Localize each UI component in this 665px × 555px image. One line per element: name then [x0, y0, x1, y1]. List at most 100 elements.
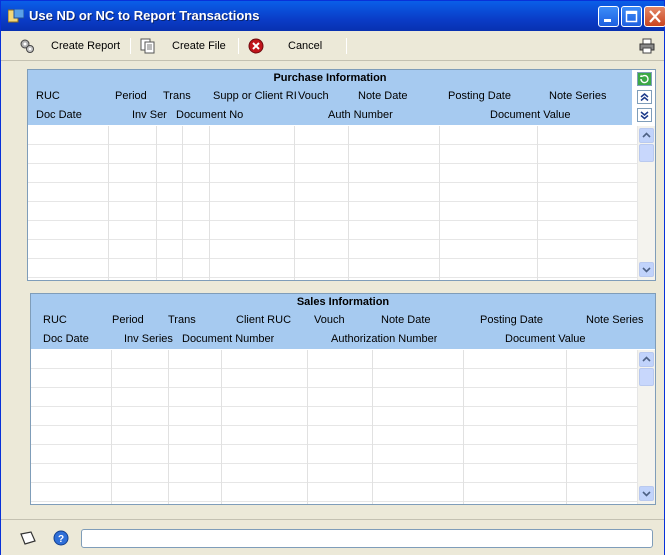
column-header[interactable]: Auth Number [328, 109, 393, 121]
table-row[interactable] [28, 259, 637, 278]
column-header[interactable]: Posting Date [480, 314, 543, 326]
gears-icon [20, 39, 34, 53]
chevron-up-icon [642, 356, 651, 362]
scroll-down-button[interactable] [639, 262, 654, 277]
column-header[interactable]: Document No [176, 109, 243, 121]
column-header[interactable]: Posting Date [448, 90, 511, 102]
scroll-down-button[interactable] [639, 486, 654, 501]
maximize-icon [625, 10, 638, 23]
column-header[interactable]: Trans [163, 90, 191, 102]
column-divider [168, 350, 169, 504]
purchase-grid-title: Purchase Information [28, 70, 632, 87]
window-title: Use ND or NC to Report Transactions [29, 8, 260, 23]
table-row[interactable] [28, 145, 637, 164]
column-divider [537, 126, 538, 280]
printer-icon [639, 38, 655, 54]
table-row[interactable] [31, 369, 637, 388]
column-header[interactable]: Document Value [490, 109, 571, 121]
scroll-up-button[interactable] [639, 128, 654, 143]
window-app-icon [8, 9, 24, 23]
table-row[interactable] [31, 350, 637, 369]
table-row[interactable] [31, 464, 637, 483]
table-row[interactable] [31, 483, 637, 502]
note-button[interactable] [19, 530, 37, 549]
sales-grid: Sales Information RUC Period Trans Clien… [30, 293, 656, 505]
column-header[interactable]: Note Series [549, 90, 606, 102]
table-row[interactable] [28, 240, 637, 259]
purchase-rows [28, 126, 637, 280]
expand-rows-button[interactable] [637, 108, 652, 122]
cancel-label: Cancel [288, 40, 323, 52]
table-row[interactable] [31, 426, 637, 445]
cancel-button[interactable]: Cancel [248, 37, 322, 55]
table-row[interactable] [28, 164, 637, 183]
table-row[interactable] [31, 407, 637, 426]
title-bar[interactable]: Use ND or NC to Report Transactions [1, 1, 665, 31]
sales-header-row-2: Doc Date Inv Series Document Number Auth… [31, 330, 655, 349]
column-header[interactable]: Supp or Client RI [213, 90, 296, 102]
column-header[interactable]: Authorization Number [331, 333, 437, 345]
column-header[interactable]: Inv Ser [132, 109, 167, 121]
double-chevron-up-icon [640, 93, 649, 102]
table-row[interactable] [28, 202, 637, 221]
column-header[interactable]: Document Number [182, 333, 274, 345]
column-divider [294, 126, 295, 280]
chevron-up-icon [642, 132, 651, 138]
column-header[interactable]: RUC [43, 314, 67, 326]
column-header[interactable]: Trans [168, 314, 196, 326]
column-header[interactable]: Note Date [358, 90, 408, 102]
collapse-rows-button[interactable] [637, 90, 652, 104]
column-header[interactable]: Note Series [586, 314, 643, 326]
scroll-thumb[interactable] [639, 144, 654, 162]
table-row[interactable] [28, 183, 637, 202]
refresh-button[interactable] [637, 72, 652, 86]
column-divider [307, 350, 308, 504]
column-divider [439, 126, 440, 280]
column-header[interactable]: Document Value [505, 333, 586, 345]
column-divider [209, 126, 210, 280]
table-row[interactable] [28, 221, 637, 240]
column-header[interactable]: Inv Series [124, 333, 173, 345]
column-divider [566, 350, 567, 504]
column-header[interactable]: Vouch [298, 90, 329, 102]
sales-header-row-1: RUC Period Trans Client RUC Vouch Note D… [31, 311, 655, 330]
maximize-button[interactable] [621, 6, 642, 27]
column-divider [156, 126, 157, 280]
double-chevron-down-icon [640, 111, 649, 120]
column-header[interactable]: Note Date [381, 314, 431, 326]
column-header[interactable]: Doc Date [36, 109, 82, 121]
scroll-up-button[interactable] [639, 352, 654, 367]
create-file-button[interactable]: Create File [140, 37, 226, 55]
column-header[interactable]: RUC [36, 90, 60, 102]
scroll-thumb[interactable] [639, 368, 654, 386]
column-header[interactable]: Doc Date [43, 333, 89, 345]
table-row[interactable] [31, 388, 637, 407]
status-field[interactable] [81, 529, 653, 548]
sales-vertical-scrollbar[interactable] [637, 350, 655, 504]
sales-grid-title: Sales Information [31, 294, 655, 311]
minimize-button[interactable] [598, 6, 619, 27]
help-button[interactable]: ? [53, 530, 69, 549]
toolbar: Create Report Create File Cancel [1, 31, 664, 61]
table-row[interactable] [31, 445, 637, 464]
column-header[interactable]: Client RUC [236, 314, 291, 326]
column-header[interactable]: Period [112, 314, 144, 326]
purchase-vertical-scrollbar[interactable] [637, 126, 655, 280]
create-report-label: Create Report [51, 40, 121, 52]
purchase-header-row-2: Doc Date Inv Ser Document No Auth Number… [28, 106, 632, 125]
column-divider [463, 350, 464, 504]
create-report-button[interactable]: Create Report [19, 37, 120, 55]
chevron-down-icon [642, 491, 651, 497]
column-divider [108, 126, 109, 280]
column-header[interactable]: Period [115, 90, 147, 102]
create-file-label: Create File [172, 40, 226, 52]
toolbar-separator [238, 38, 239, 54]
print-button[interactable] [639, 37, 655, 55]
toolbar-separator [346, 38, 347, 54]
table-row[interactable] [28, 126, 637, 145]
close-button[interactable] [644, 6, 665, 27]
column-divider [111, 350, 112, 504]
help-icon: ? [53, 530, 69, 546]
column-header[interactable]: Vouch [314, 314, 345, 326]
column-divider [221, 350, 222, 504]
